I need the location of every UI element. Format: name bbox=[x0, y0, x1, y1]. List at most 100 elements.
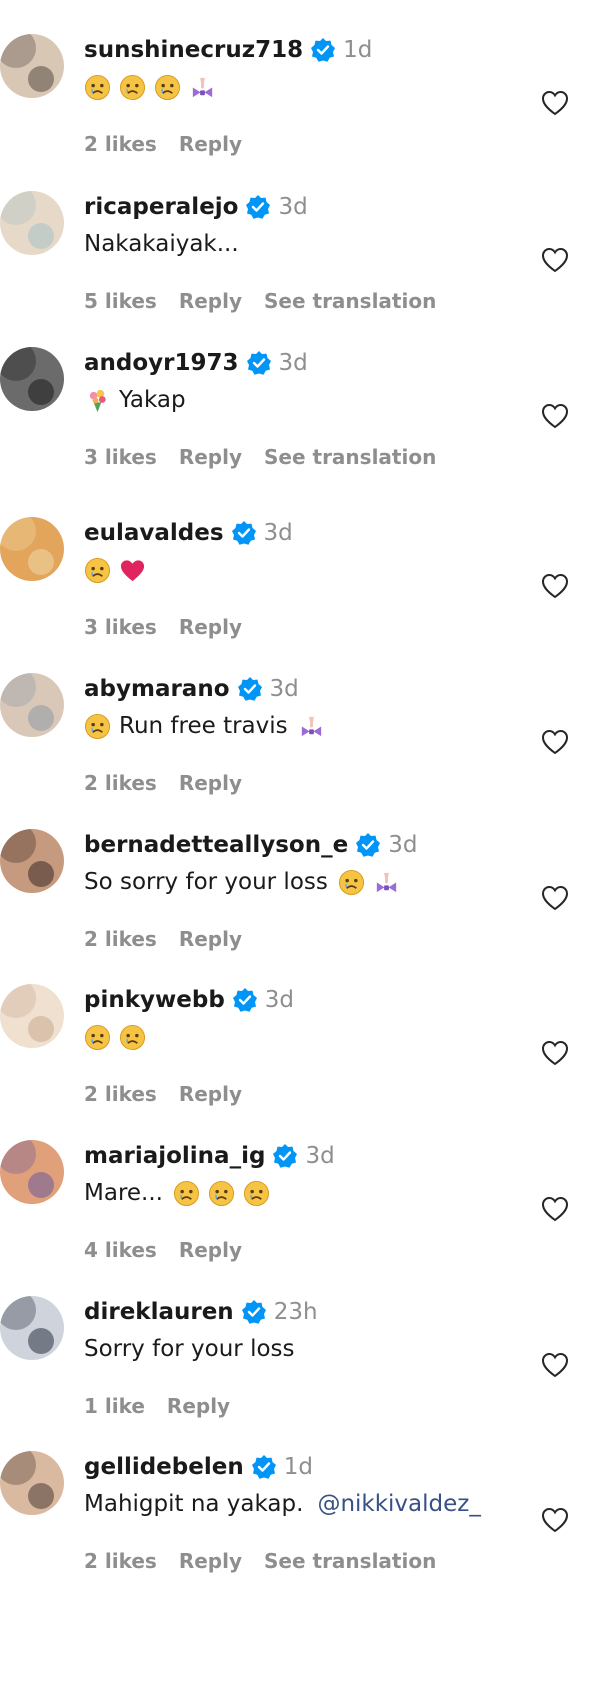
avatar[interactable] bbox=[0, 34, 64, 98]
reply-button[interactable]: Reply bbox=[179, 771, 242, 795]
reply-button[interactable]: Reply bbox=[167, 1394, 230, 1418]
likes-count[interactable]: 4 likes bbox=[84, 1238, 157, 1262]
crying-emoji bbox=[243, 1180, 270, 1207]
reply-button[interactable]: Reply bbox=[179, 1082, 242, 1106]
comment-body: So sorry for your loss bbox=[84, 869, 328, 895]
crying-emoji bbox=[84, 557, 111, 584]
like-heart-icon[interactable] bbox=[540, 401, 570, 431]
avatar[interactable] bbox=[0, 191, 64, 255]
verified-badge-icon bbox=[310, 37, 336, 63]
likes-count[interactable]: 2 likes bbox=[84, 1549, 157, 1573]
like-heart-icon[interactable] bbox=[540, 883, 570, 913]
like-heart-icon[interactable] bbox=[540, 1505, 570, 1535]
avatar[interactable] bbox=[0, 347, 64, 411]
verified-badge-icon bbox=[241, 1299, 267, 1325]
crying-emoji bbox=[173, 1180, 200, 1207]
red-heart-emoji bbox=[119, 557, 146, 584]
comment-actions: 5 likes Reply See translation bbox=[84, 289, 436, 313]
like-heart-icon[interactable] bbox=[540, 1038, 570, 1068]
timestamp: 3d bbox=[278, 194, 308, 220]
like-heart-icon[interactable] bbox=[540, 727, 570, 757]
see-translation-link[interactable]: See translation bbox=[264, 1549, 436, 1573]
comment-text: So sorry for your loss bbox=[84, 861, 408, 903]
avatar[interactable] bbox=[0, 829, 64, 893]
comment-actions: 1 like Reply bbox=[84, 1394, 230, 1418]
comment-text bbox=[84, 1016, 154, 1058]
likes-count[interactable]: 3 likes bbox=[84, 445, 157, 469]
see-translation-link[interactable]: See translation bbox=[264, 445, 436, 469]
username[interactable]: abymarano bbox=[84, 676, 230, 702]
like-heart-icon[interactable] bbox=[540, 1194, 570, 1224]
reply-button[interactable]: Reply bbox=[179, 445, 242, 469]
username[interactable]: direklauren bbox=[84, 1299, 234, 1325]
timestamp: 3d bbox=[278, 350, 308, 376]
username[interactable]: sunshinecruz718 bbox=[84, 37, 303, 63]
comment-actions: 2 likes Reply bbox=[84, 1082, 242, 1106]
comment-item: eulavaldes 3d 3 likes Reply bbox=[0, 511, 600, 651]
reply-button[interactable]: Reply bbox=[179, 1549, 242, 1573]
avatar[interactable] bbox=[0, 984, 64, 1048]
username[interactable]: mariajolina_ig bbox=[84, 1143, 265, 1169]
see-translation-link[interactable]: See translation bbox=[264, 289, 436, 313]
likes-count[interactable]: 2 likes bbox=[84, 1082, 157, 1106]
comment-actions: 3 likes Reply bbox=[84, 615, 242, 639]
reply-button[interactable]: Reply bbox=[179, 1238, 242, 1262]
reply-button[interactable]: Reply bbox=[179, 289, 242, 313]
comment-text: Sorry for your loss bbox=[84, 1328, 305, 1370]
mention-link[interactable]: @nikkivaldez_ bbox=[317, 1491, 480, 1517]
avatar[interactable] bbox=[0, 517, 64, 581]
comment-body: Nakakaiyak... bbox=[84, 231, 239, 257]
username[interactable]: ricaperalejo bbox=[84, 194, 238, 220]
timestamp: 3d bbox=[269, 676, 299, 702]
reply-button[interactable]: Reply bbox=[179, 927, 242, 951]
likes-count[interactable]: 5 likes bbox=[84, 289, 157, 313]
reply-button[interactable]: Reply bbox=[179, 132, 242, 156]
avatar[interactable] bbox=[0, 1451, 64, 1515]
comment-body: Mare... bbox=[84, 1180, 163, 1206]
comment-body: Mahigpit na yakap. bbox=[84, 1491, 304, 1517]
timestamp: 1d bbox=[343, 37, 373, 63]
comment-actions: 2 likes Reply See translation bbox=[84, 1549, 436, 1573]
crying-emoji bbox=[119, 74, 146, 101]
timestamp: 3d bbox=[305, 1143, 335, 1169]
verified-badge-icon bbox=[245, 194, 271, 220]
username[interactable]: eulavaldes bbox=[84, 520, 224, 546]
likes-count[interactable]: 2 likes bbox=[84, 771, 157, 795]
likes-count[interactable]: 2 likes bbox=[84, 132, 157, 156]
comment-body: Yakap bbox=[119, 387, 186, 413]
avatar[interactable] bbox=[0, 1140, 64, 1204]
avatar[interactable] bbox=[0, 673, 64, 737]
comment-item: ricaperalejo 3d Nakakaiyak... 5 likes Reply S… bbox=[0, 185, 600, 325]
comment-item: direklauren 23h Sorry for your loss 1 like R… bbox=[0, 1290, 600, 1430]
avatar[interactable] bbox=[0, 1296, 64, 1360]
username[interactable]: bernadetteallyson_e bbox=[84, 832, 348, 858]
reply-button[interactable]: Reply bbox=[179, 615, 242, 639]
comment-text bbox=[84, 66, 224, 108]
comment-text bbox=[84, 549, 154, 591]
timestamp: 3d bbox=[388, 832, 418, 858]
username[interactable]: gellidebelen bbox=[84, 1454, 244, 1480]
comment-actions: 4 likes Reply bbox=[84, 1238, 242, 1262]
comment-item: mariajolina_ig 3d Mare... 4 likes Reply bbox=[0, 1134, 600, 1274]
likes-count[interactable]: 1 like bbox=[84, 1394, 145, 1418]
bow-emoji bbox=[373, 869, 400, 896]
comment-actions: 2 likes Reply bbox=[84, 771, 242, 795]
likes-count[interactable]: 2 likes bbox=[84, 927, 157, 951]
username[interactable]: andoyr1973 bbox=[84, 350, 239, 376]
comment-actions: 2 likes Reply bbox=[84, 132, 242, 156]
username[interactable]: pinkywebb bbox=[84, 987, 225, 1013]
like-heart-icon[interactable] bbox=[540, 245, 570, 275]
like-heart-icon[interactable] bbox=[540, 1350, 570, 1380]
comment-item: abymarano 3d Run free travis 2 likes Reply bbox=[0, 667, 600, 807]
timestamp: 1d bbox=[283, 1454, 313, 1480]
likes-count[interactable]: 3 likes bbox=[84, 615, 157, 639]
crying-emoji bbox=[338, 869, 365, 896]
crying-emoji bbox=[84, 1024, 111, 1051]
comment-body: Run free travis bbox=[119, 713, 288, 739]
comment-actions: 2 likes Reply bbox=[84, 927, 242, 951]
comment-item: pinkywebb 3d 2 likes Reply bbox=[0, 978, 600, 1118]
like-heart-icon[interactable] bbox=[540, 571, 570, 601]
like-heart-icon[interactable] bbox=[540, 88, 570, 118]
comment-item: sunshinecruz718 1d 2 likes Reply bbox=[0, 28, 600, 168]
verified-badge-icon bbox=[246, 350, 272, 376]
